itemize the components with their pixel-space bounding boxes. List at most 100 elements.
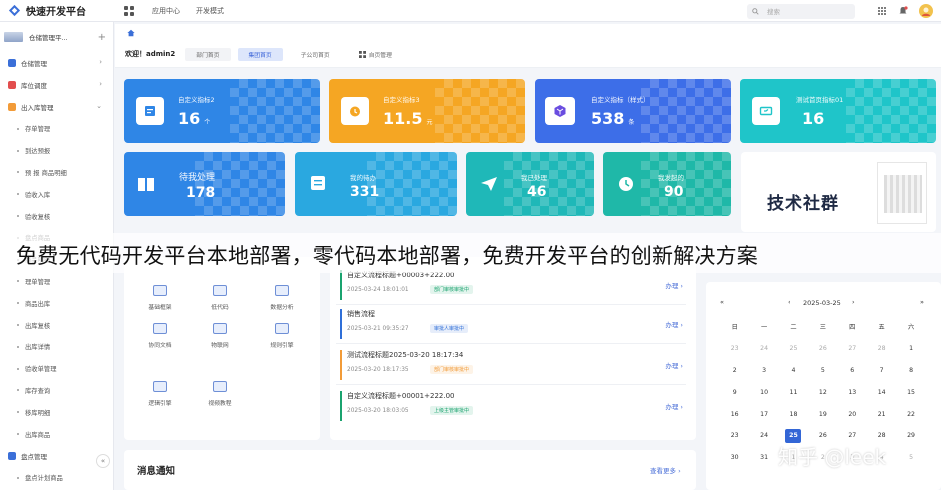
sidebar-subitem[interactable]: 出库商品 [0,423,113,445]
add-icon[interactable]: + [98,32,106,43]
sidebar-subitem[interactable]: 验收复核 [0,205,113,227]
stat-card-initiated[interactable]: 我发起的 90 [603,152,731,216]
handle-link[interactable]: 办理 › [665,401,683,411]
calendar-day[interactable]: 25 [779,345,808,352]
calendar-day[interactable]: 30 [720,454,749,461]
notice-more-link[interactable]: 查看更多 › [650,465,681,475]
calendar-day[interactable]: 26 [808,432,837,439]
calendar-prev-month-button[interactable]: ‹ [788,298,791,306]
calendar-day[interactable]: 24 [749,345,778,352]
calendar-day[interactable]: 6 [838,367,867,374]
calendar-day[interactable]: 19 [808,411,837,418]
sidebar-item[interactable]: 仓储管理 › [0,52,113,74]
todo-item[interactable]: 测试流程标题2025-03-20 18:17:34 2025-03-20 18:1… [340,350,690,384]
calendar-prev-year-button[interactable]: « [720,298,724,306]
calendar-day[interactable]: 12 [808,389,837,396]
sidebar-subitem[interactable]: 出库详情 [0,336,113,358]
stat-card-my-todo[interactable]: 我的待办 331 [295,152,457,216]
org-switcher[interactable]: 仓储管理平... + [0,22,113,52]
calendar-day[interactable]: 14 [867,389,896,396]
calendar-day[interactable]: 5 [896,454,925,461]
calendar-day[interactable]: 17 [749,411,778,418]
stat-card-test-indicator[interactable]: 测试首页指标01 16 [740,79,936,143]
top-tab-dev-mode[interactable]: 开发模式 [196,6,224,16]
calendar-day[interactable]: 7 [867,367,896,374]
tab-subsidiary-home[interactable]: 子公司首页 [290,48,341,61]
calendar-day[interactable]: 20 [838,411,867,418]
stat-card-processed[interactable]: 我已处理 46 [466,152,594,216]
community-promo-card[interactable]: 技术社群 [741,152,936,232]
calendar-day[interactable]: 24 [749,432,778,439]
handle-link[interactable]: 办理 › [665,360,683,370]
calendar-next-month-button[interactable]: › [852,298,855,306]
tab-page-manage[interactable]: 自页管理 [348,48,403,61]
calendar-day[interactable]: 2 [720,367,749,374]
calendar-day[interactable]: 11 [779,389,808,396]
todo-item[interactable]: 销售流程 2025-03-21 09:35:27 审批人审批中 办理 › [340,309,690,343]
top-tab-app-center[interactable]: 应用中心 [152,6,180,16]
sidebar-subitem[interactable]: 理单管理 [0,271,113,293]
handle-link[interactable]: 办理 › [665,319,683,329]
calendar-day[interactable]: 18 [779,411,808,418]
stat-card-indicator-2[interactable]: 自定义指标2 16 个 [124,79,320,143]
quick-access-item[interactable]: 逻辑引擎 [140,381,180,407]
sidebar-subitem[interactable]: 移库明细 [0,401,113,423]
sidebar-subitem[interactable]: 存单管理 [0,118,113,140]
calendar-day[interactable]: 27 [838,432,867,439]
stat-card-pending[interactable]: 待我处理 178 [124,152,285,216]
app-logo[interactable]: 快速开发平台 [0,3,112,18]
quick-access-item[interactable]: 规则引擎 [262,323,302,349]
quick-access-item[interactable]: 基础框架 [140,285,180,311]
user-avatar[interactable] [919,4,933,18]
stat-card-indicator-style[interactable]: 自定义指标（样式） 538 条 [535,79,731,143]
calendar-day[interactable]: 28 [867,432,896,439]
calendar-day[interactable]: 29 [896,432,925,439]
collapse-sidebar-button[interactable]: « [96,454,110,468]
tab-group-home[interactable]: 集团首页 [237,47,283,61]
apps-grid-icon[interactable] [122,4,136,18]
calendar-day[interactable]: 10 [749,389,778,396]
handle-link[interactable]: 办理 › [665,280,683,290]
calendar-day[interactable]: 3 [749,367,778,374]
quick-access-item[interactable]: 低代码 [200,285,240,311]
todo-item[interactable]: 自定义流程标题+00001+222.00 2025-03-20 18:03:05 上… [340,391,690,425]
calendar-day[interactable]: 15 [896,389,925,396]
calendar-day[interactable]: 27 [838,345,867,352]
calendar-day[interactable]: 4 [779,367,808,374]
calendar-day[interactable]: 23 [720,345,749,352]
sidebar-subitem[interactable]: 验收单管理 [0,358,113,380]
stat-card-indicator-3[interactable]: 自定义指标3 11.5 元 [329,79,525,143]
calendar-day[interactable]: 26 [808,345,837,352]
calendar-day[interactable]: 9 [720,389,749,396]
calendar-day[interactable]: 31 [749,454,778,461]
sidebar-subitem[interactable]: 到达预报 [0,140,113,162]
bell-icon[interactable] [898,6,908,16]
quick-access-item[interactable]: 数据分析 [262,285,302,311]
calendar-day[interactable]: 13 [838,389,867,396]
sidebar-subitem[interactable]: 盘点计划商品 [0,467,113,489]
calendar-day[interactable]: 8 [896,367,925,374]
sidebar-item[interactable]: 库位调度 › [0,74,113,96]
sidebar-item[interactable]: 出入库管理 ⌄ [0,96,113,118]
calendar-day[interactable]: 21 [867,411,896,418]
quick-access-item[interactable]: 视频教程 [200,381,240,407]
search-input[interactable]: 搜索 [747,3,855,19]
home-icon[interactable] [127,29,135,37]
todo-item[interactable]: 自定义流程标题+00003+222.00 2025-03-24 18:01:01 部… [340,270,690,304]
calendar-day[interactable]: 23 [720,432,749,439]
calendar-day[interactable]: 28 [867,345,896,352]
quick-access-item[interactable]: 协同文档 [140,323,180,349]
sidebar-subitem[interactable]: 验收入库 [0,183,113,205]
quick-access-item[interactable]: 物联网 [200,323,240,349]
sidebar-subitem[interactable]: 预 报 商品明细 [0,162,113,184]
calendar-day[interactable]: 16 [720,411,749,418]
calendar-next-year-button[interactable]: » [920,298,924,306]
calendar-day[interactable]: 22 [896,411,925,418]
apps-menu-icon[interactable] [877,6,887,16]
sidebar-subitem[interactable]: 出库复核 [0,314,113,336]
tab-department-home[interactable]: 部门首页 [185,47,231,61]
sidebar-subitem[interactable]: 库存查询 [0,380,113,402]
calendar-day[interactable]: 5 [808,367,837,374]
sidebar-subitem[interactable]: 商品出库 [0,292,113,314]
calendar-day[interactable]: 1 [896,345,925,352]
